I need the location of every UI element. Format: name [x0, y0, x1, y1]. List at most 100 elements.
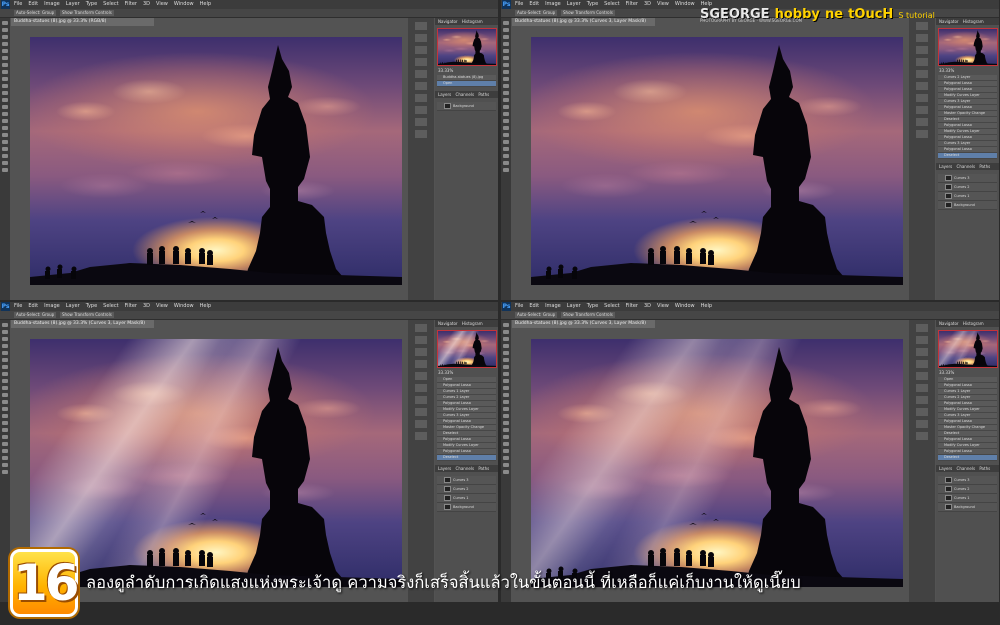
tool-icon[interactable] [2, 91, 8, 95]
menu-item[interactable]: Layer [66, 1, 80, 7]
tool-icon[interactable] [503, 70, 509, 74]
tool-icon[interactable] [2, 386, 8, 390]
tool-icon[interactable] [503, 442, 509, 446]
panel-dock-icon[interactable] [415, 94, 427, 102]
panel-dock-icon[interactable] [415, 432, 427, 440]
tool-icon[interactable] [2, 126, 8, 130]
menu-item[interactable]: Help [701, 303, 712, 309]
tool-icon[interactable] [503, 35, 509, 39]
menu-item[interactable]: Layer [567, 1, 581, 7]
menu-item[interactable]: Window [675, 1, 695, 7]
panel-dock-icon[interactable] [415, 408, 427, 416]
tool-icon[interactable] [503, 330, 509, 334]
tool-icon[interactable] [2, 168, 8, 172]
tool-icon[interactable] [2, 414, 8, 418]
tool-icon[interactable] [503, 98, 509, 102]
panel-dock-icon[interactable] [916, 58, 928, 66]
show-transform-controls-checkbox[interactable]: Show Transform Controls [60, 312, 114, 318]
show-transform-controls-checkbox[interactable]: Show Transform Controls [60, 10, 114, 16]
layer-row[interactable]: Background [437, 503, 496, 512]
tool-icon[interactable] [503, 365, 509, 369]
panel-dock-icon[interactable] [916, 46, 928, 54]
tab-channels[interactable]: Channels [957, 164, 976, 169]
tool-icon[interactable] [503, 49, 509, 53]
tool-icon[interactable] [2, 456, 8, 460]
tool-icon[interactable] [2, 42, 8, 46]
panel-dock-icon[interactable] [415, 384, 427, 392]
tab-navigator[interactable]: Navigator [438, 19, 458, 24]
tool-icon[interactable] [503, 421, 509, 425]
tool-icon[interactable] [2, 372, 8, 376]
tool-icon[interactable] [2, 161, 8, 165]
tool-icon[interactable] [503, 161, 509, 165]
menu-item[interactable]: Edit [28, 1, 38, 7]
tab-layers[interactable]: Layers [939, 466, 952, 471]
panel-dock-icon[interactable] [916, 34, 928, 42]
tab-paths[interactable]: Paths [478, 466, 489, 471]
menu-item[interactable]: Type [587, 1, 598, 7]
panel-dock-icon[interactable] [415, 106, 427, 114]
menu-item[interactable]: 3D [644, 1, 651, 7]
layer-row[interactable]: Curves 2 [938, 485, 997, 494]
tool-icon[interactable] [503, 112, 509, 116]
menu-item[interactable]: Filter [626, 303, 638, 309]
zoom-level[interactable]: 33.33% [939, 370, 996, 375]
tool-icon[interactable] [2, 344, 8, 348]
document-canvas[interactable] [531, 37, 903, 285]
zoom-level[interactable]: 33.33% [438, 68, 495, 73]
menu-item[interactable]: Select [103, 1, 118, 7]
tool-icon[interactable] [2, 147, 8, 151]
menu-item[interactable]: Filter [626, 1, 638, 7]
layer-row[interactable]: Background [437, 102, 496, 111]
show-transform-controls-checkbox[interactable]: Show Transform Controls [561, 312, 615, 318]
tab-layers[interactable]: Layers [939, 164, 952, 169]
tab-histogram[interactable]: Histogram [462, 19, 483, 24]
tool-icon[interactable] [503, 56, 509, 60]
menu-item[interactable]: Window [174, 1, 194, 7]
menu-item[interactable]: Window [174, 303, 194, 309]
panel-dock-icon[interactable] [916, 324, 928, 332]
panel-dock-icon[interactable] [916, 360, 928, 368]
menu-item[interactable]: Edit [28, 303, 38, 309]
tool-icon[interactable] [2, 63, 8, 67]
panel-dock-icon[interactable] [916, 432, 928, 440]
layer-row[interactable]: Curves 3 [938, 476, 997, 485]
panel-dock-icon[interactable] [415, 324, 427, 332]
tool-icon[interactable] [2, 35, 8, 39]
menu-item[interactable]: Select [604, 303, 619, 309]
tool-icon[interactable] [503, 449, 509, 453]
tool-icon[interactable] [503, 140, 509, 144]
tool-icon[interactable] [503, 470, 509, 474]
menu-item[interactable]: Help [200, 303, 211, 309]
panel-dock-icon[interactable] [916, 408, 928, 416]
auto-select-dropdown[interactable]: Group [40, 312, 57, 318]
tool-icon[interactable] [503, 456, 509, 460]
tool-icon[interactable] [503, 379, 509, 383]
menu-item[interactable]: Select [604, 1, 619, 7]
tab-navigator[interactable]: Navigator [939, 19, 959, 24]
tool-icon[interactable] [503, 393, 509, 397]
tool-icon[interactable] [2, 154, 8, 158]
auto-select-dropdown[interactable]: Group [40, 10, 57, 16]
panel-dock-icon[interactable] [916, 118, 928, 126]
tool-icon[interactable] [503, 168, 509, 172]
tab-histogram[interactable]: Histogram [462, 321, 483, 326]
tab-histogram[interactable]: Histogram [963, 19, 984, 24]
history-step[interactable]: Open [437, 81, 496, 87]
tool-icon[interactable] [2, 77, 8, 81]
menu-item[interactable]: Layer [567, 303, 581, 309]
tool-icon[interactable] [503, 414, 509, 418]
panel-dock-icon[interactable] [415, 58, 427, 66]
menu-item[interactable]: View [156, 303, 168, 309]
tool-icon[interactable] [503, 154, 509, 158]
navigator-thumbnail[interactable] [436, 28, 497, 66]
tab-histogram[interactable]: Histogram [963, 321, 984, 326]
history-step[interactable]: Deselect [938, 153, 997, 159]
tool-icon[interactable] [503, 84, 509, 88]
tab-paths[interactable]: Paths [979, 164, 990, 169]
tool-icon[interactable] [503, 42, 509, 46]
tool-icon[interactable] [2, 351, 8, 355]
panel-dock-icon[interactable] [916, 420, 928, 428]
tool-icon[interactable] [2, 435, 8, 439]
menu-item[interactable]: Filter [125, 303, 137, 309]
